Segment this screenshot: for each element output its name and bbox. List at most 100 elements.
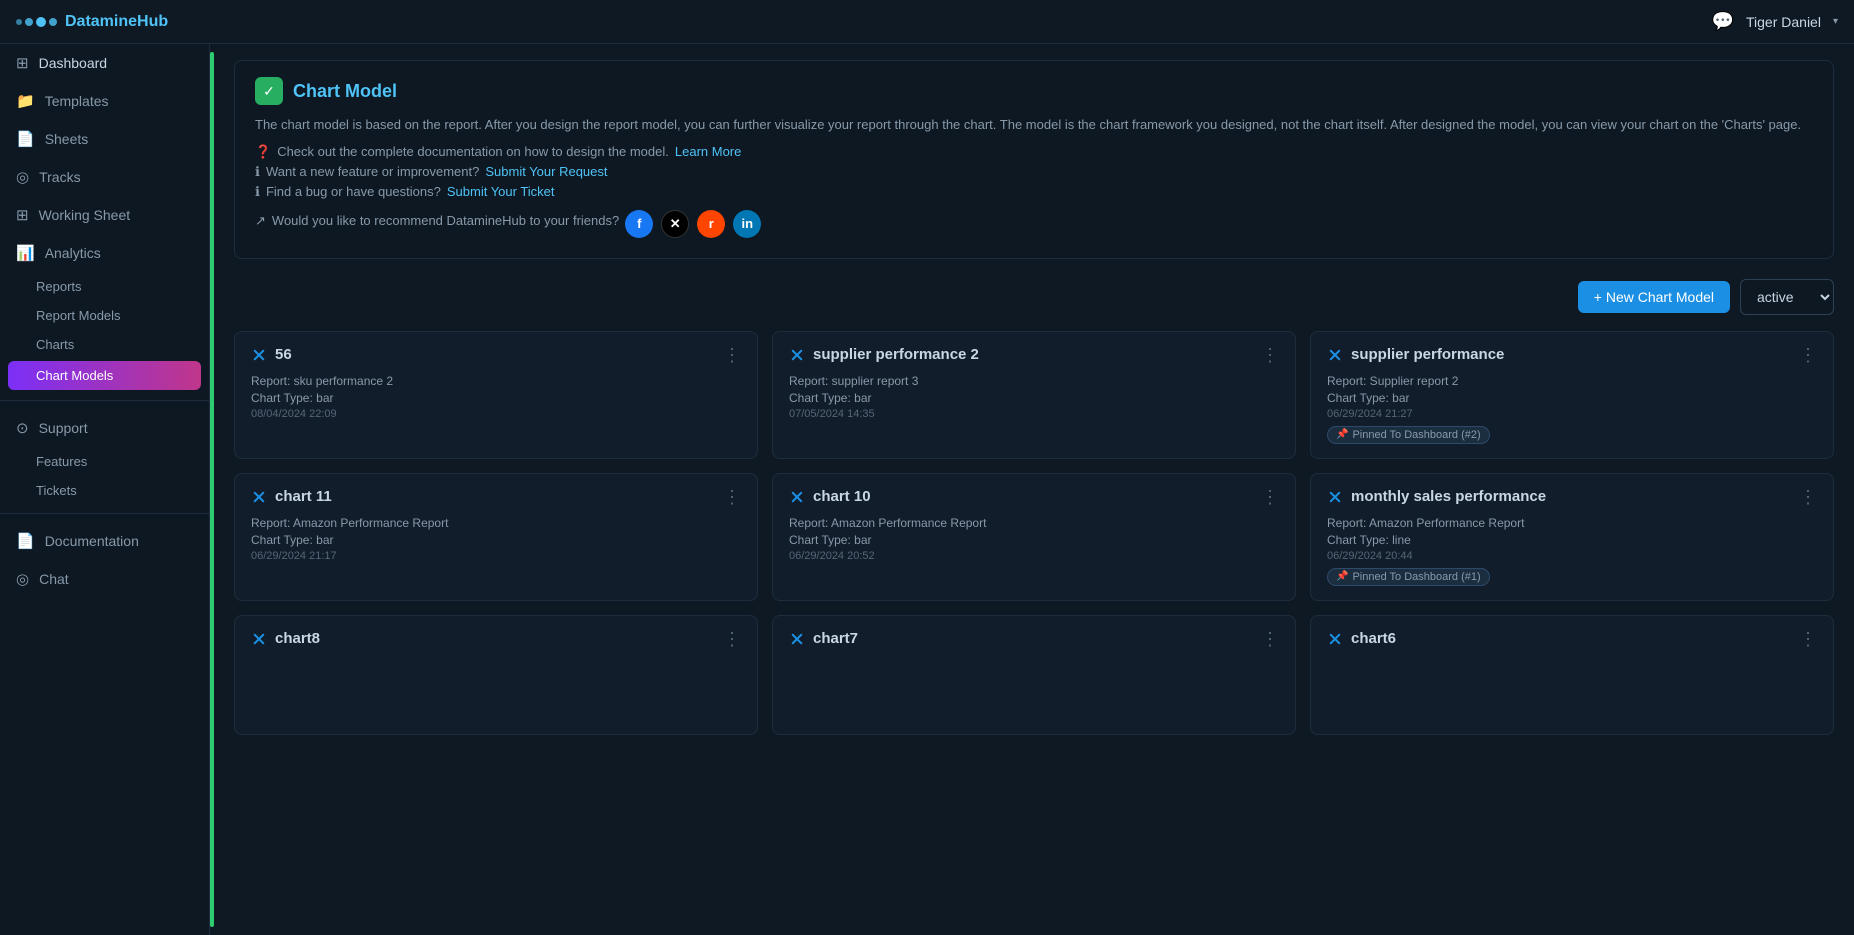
sidebar-label-reports: Reports <box>36 279 82 294</box>
card-title: supplier performance <box>1351 346 1504 363</box>
sidebar-item-working-sheet[interactable]: ⊞ Working Sheet <box>0 196 209 234</box>
card-title-row: monthly sales performance <box>1327 488 1546 505</box>
sidebar-sub-charts[interactable]: Charts <box>0 330 209 359</box>
chevron-down-icon[interactable]: ▾ <box>1833 16 1838 27</box>
card-report: Report: Amazon Performance Report <box>251 516 741 530</box>
sidebar-label-tracks: Tracks <box>39 169 80 185</box>
card-report: Report: Amazon Performance Report <box>789 516 1279 530</box>
info-icon-1: ℹ <box>255 164 260 180</box>
card-header: supplier performance 2 ⋮ <box>789 346 1279 364</box>
sidebar-label-tickets: Tickets <box>36 483 77 498</box>
linkedin-button[interactable]: in <box>733 210 761 238</box>
sidebar-label-sheets: Sheets <box>45 131 89 147</box>
sidebar-sub-report-models[interactable]: Report Models <box>0 301 209 330</box>
card-card-supplier[interactable]: supplier performance ⋮ Report: Supplier … <box>1310 331 1834 459</box>
card-menu-icon[interactable]: ⋮ <box>1799 630 1817 648</box>
sidebar-sub-tickets[interactable]: Tickets <box>0 476 209 505</box>
card-menu-icon[interactable]: ⋮ <box>1261 346 1279 364</box>
working-sheet-icon: ⊞ <box>16 206 29 224</box>
reddit-button[interactable]: r <box>697 210 725 238</box>
tracks-icon: ◎ <box>16 168 29 186</box>
card-chart-type: Chart Type: bar <box>251 391 741 405</box>
card-menu-icon[interactable]: ⋮ <box>1799 488 1817 506</box>
card-menu-icon[interactable]: ⋮ <box>1261 630 1279 648</box>
sidebar-item-analytics[interactable]: 📊 Analytics <box>0 234 209 272</box>
facebook-button[interactable]: f <box>625 210 653 238</box>
sidebar-item-sheets[interactable]: 📄 Sheets <box>0 120 209 158</box>
card-menu-icon[interactable]: ⋮ <box>723 488 741 506</box>
sidebar-label-documentation: Documentation <box>45 533 139 549</box>
topnav: DatamineHub 💬 Tiger Daniel ▾ <box>0 0 1854 44</box>
card-header: chart8 ⋮ <box>251 630 741 648</box>
card-title: supplier performance 2 <box>813 346 979 363</box>
sidebar-label-templates: Templates <box>45 93 109 109</box>
sidebar-label-support: Support <box>39 420 88 436</box>
user-name: Tiger Daniel <box>1746 14 1821 30</box>
card-cross-icon <box>789 489 805 505</box>
card-date: 06/29/2024 21:17 <box>251 550 741 562</box>
bug-text: Find a bug or have questions? <box>266 184 441 199</box>
status-filter-select[interactable]: active inactive all <box>1740 279 1834 315</box>
doc-link-text: Check out the complete documentation on … <box>277 144 669 159</box>
sidebar-item-support[interactable]: ⊙ Support <box>0 409 209 447</box>
card-menu-icon[interactable]: ⋮ <box>1799 346 1817 364</box>
submit-request-link[interactable]: Submit Your Request <box>485 164 607 179</box>
banner-description: The chart model is based on the report. … <box>255 115 1813 136</box>
pin-label: Pinned To Dashboard (#1) <box>1352 571 1480 583</box>
user-area: 💬 Tiger Daniel ▾ <box>1712 11 1838 32</box>
sidebar-item-documentation[interactable]: 📄 Documentation <box>0 522 209 560</box>
card-header: chart 10 ⋮ <box>789 488 1279 506</box>
dashboard-icon: ⊞ <box>16 54 29 72</box>
card-card-chart6[interactable]: chart6 ⋮ <box>1310 615 1834 735</box>
sidebar-item-dashboard[interactable]: ⊞ Dashboard <box>0 44 209 82</box>
cards-grid: 56 ⋮ Report: sku performance 2 Chart Typ… <box>234 331 1834 735</box>
sidebar-item-tracks[interactable]: ◎ Tracks <box>0 158 209 196</box>
card-card-chart7[interactable]: chart7 ⋮ <box>772 615 1296 735</box>
info-icon-2: ℹ <box>255 184 260 200</box>
card-card-56[interactable]: 56 ⋮ Report: sku performance 2 Chart Typ… <box>234 331 758 459</box>
card-card-chart11[interactable]: chart 11 ⋮ Report: Amazon Performance Re… <box>234 473 758 601</box>
chat-icon[interactable]: 💬 <box>1712 11 1734 32</box>
card-chart-type: Chart Type: line <box>1327 533 1817 547</box>
sidebar-sub-chart-models[interactable]: Chart Models <box>8 361 201 390</box>
card-title: chart 11 <box>275 488 332 505</box>
sidebar-sub-features[interactable]: Features <box>0 447 209 476</box>
card-header: 56 ⋮ <box>251 346 741 364</box>
sidebar-label-features: Features <box>36 454 87 469</box>
card-card-supplier-2[interactable]: supplier performance 2 ⋮ Report: supplie… <box>772 331 1296 459</box>
card-cross-icon <box>789 631 805 647</box>
x-button[interactable]: ✕ <box>661 210 689 238</box>
logo-dot-3 <box>36 17 46 27</box>
card-card-chart10[interactable]: chart 10 ⋮ Report: Amazon Performance Re… <box>772 473 1296 601</box>
card-card-monthly[interactable]: monthly sales performance ⋮ Report: Amaz… <box>1310 473 1834 601</box>
sidebar-sub-reports[interactable]: Reports <box>0 272 209 301</box>
card-cross-icon <box>1327 347 1343 363</box>
feature-text: Want a new feature or improvement? <box>266 164 479 179</box>
card-cross-icon <box>251 489 267 505</box>
card-title-row: chart 11 <box>251 488 332 505</box>
share-icon: ↗ <box>255 213 266 229</box>
card-menu-icon[interactable]: ⋮ <box>723 346 741 364</box>
main-content: ✓ Chart Model The chart model is based o… <box>214 44 1854 935</box>
learn-more-link[interactable]: Learn More <box>675 144 741 159</box>
sidebar-item-chat[interactable]: ◎ Chat <box>0 560 209 598</box>
card-menu-icon[interactable]: ⋮ <box>723 630 741 648</box>
card-cross-icon <box>251 631 267 647</box>
card-title: chart7 <box>813 630 858 647</box>
card-cross-icon <box>1327 631 1343 647</box>
logo-dot-1 <box>16 19 22 25</box>
card-card-chart8[interactable]: chart8 ⋮ <box>234 615 758 735</box>
card-report: Report: supplier report 3 <box>789 374 1279 388</box>
submit-ticket-link[interactable]: Submit Your Ticket <box>447 184 555 199</box>
banner-link-bug: ℹ Find a bug or have questions? Submit Y… <box>255 184 1813 200</box>
card-title-row: supplier performance 2 <box>789 346 979 363</box>
card-date: 08/04/2024 22:09 <box>251 408 741 420</box>
sidebar-item-templates[interactable]: 📁 Templates <box>0 82 209 120</box>
pin-icon: 📌 <box>1336 429 1348 440</box>
documentation-icon: 📄 <box>16 532 35 550</box>
card-menu-icon[interactable]: ⋮ <box>1261 488 1279 506</box>
templates-icon: 📁 <box>16 92 35 110</box>
logo[interactable]: DatamineHub <box>16 13 168 31</box>
new-chart-model-button[interactable]: + New Chart Model <box>1578 281 1730 313</box>
pin-icon: 📌 <box>1336 571 1348 582</box>
